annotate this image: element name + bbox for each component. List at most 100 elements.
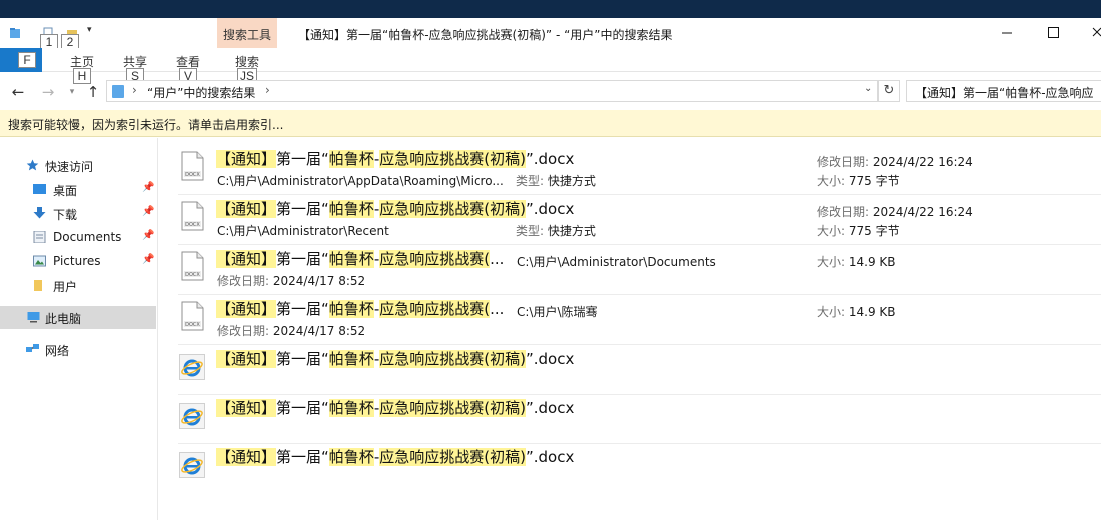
keytip-file: F: [18, 52, 36, 68]
file-name-part: 第一届“: [276, 399, 329, 417]
download-icon: [33, 207, 46, 219]
nav-item-desktop[interactable]: 桌面 📌: [0, 178, 156, 200]
file-name-part: 应急响应挑战赛(: [379, 300, 491, 318]
file-name-part: ”.docx: [525, 399, 575, 417]
navigation-pane: 快速访问 桌面 📌 下载 📌 Documents 📌 Pictures 📌 用户: [0, 138, 158, 520]
file-name-part: 【通知】: [216, 448, 277, 466]
type-value: 快捷方式: [547, 174, 596, 188]
search-input-value: 【通知】第一届“帕鲁杯-应急响应: [915, 86, 1094, 100]
type-label: 类型:: [516, 224, 545, 238]
list-item[interactable]: 【通知】第一届“帕鲁杯-应急响应挑战赛(初稿)”.docx: [176, 443, 1101, 493]
file-size: 大小: 775 字节: [817, 222, 900, 239]
network-icon: [26, 344, 39, 352]
list-item[interactable]: DOCX 【通知】第一届“帕鲁杯-应急响应挑战赛(初稿)”.docx C:\用户…: [176, 145, 1101, 195]
nav-item-this-pc[interactable]: 此电脑: [0, 306, 156, 329]
size-value: 14.9 KB: [848, 305, 896, 319]
nav-item-label: 网络: [45, 344, 70, 358]
size-label: 大小:: [817, 174, 846, 188]
back-arrow-icon[interactable]: ←: [8, 82, 28, 102]
customize-qat-icon[interactable]: ▾: [87, 25, 92, 35]
file-name[interactable]: 【通知】第一届“帕鲁杯-应急响应挑战赛(初稿)”.docx: [216, 446, 574, 467]
folder-icon: [34, 280, 42, 291]
close-button[interactable]: [1076, 18, 1101, 48]
address-path[interactable]: “用户”中的搜索结果: [147, 84, 255, 101]
file-type: 类型: 快捷方式: [516, 172, 596, 189]
up-arrow-icon[interactable]: ↑: [83, 82, 103, 102]
pictures-icon: [33, 255, 46, 267]
file-name-part: 【通知】: [216, 150, 277, 168]
docx-shortcut-icon: DOCX: [181, 201, 204, 231]
list-item[interactable]: 【通知】第一届“帕鲁杯-应急响应挑战赛(初稿)”.docx: [176, 345, 1101, 395]
nav-item-user[interactable]: 用户: [0, 274, 156, 296]
chevron-right-icon[interactable]: ›: [132, 83, 137, 97]
file-date: 修改日期: 2024/4/22 16:24: [817, 203, 973, 220]
star-icon: [26, 159, 39, 171]
file-path: C:\用户\Administrator\Recent: [217, 224, 389, 238]
date-value: 2024/4/17 8:52: [272, 324, 366, 338]
file-name-part: 第一届“: [276, 300, 329, 318]
nav-item-downloads[interactable]: 下载 📌: [0, 202, 156, 224]
type-value: 快捷方式: [547, 224, 596, 238]
context-tab-label: 搜索工具: [222, 28, 271, 42]
file-name[interactable]: 【通知】第一届“帕鲁杯-应急响应挑战赛(初稿)”.docx: [216, 148, 574, 169]
minimize-button[interactable]: [984, 18, 1030, 48]
file-name[interactable]: 【通知】第一届“帕鲁杯-应急响应挑战赛(...: [216, 248, 504, 269]
desktop-icon: [33, 184, 46, 194]
file-name-part: ”.docx: [525, 350, 575, 368]
pin-icon[interactable]: 📌: [142, 230, 154, 241]
recent-locations-icon[interactable]: ▾: [62, 82, 82, 102]
size-label: 大小:: [817, 305, 846, 319]
pin-icon[interactable]: 📌: [142, 206, 154, 217]
date-label: 修改日期:: [817, 205, 870, 219]
file-location: C:\用户\Administrator\Documents: [517, 255, 716, 269]
maximize-button[interactable]: [1030, 18, 1076, 48]
internet-explorer-icon: [179, 452, 205, 478]
date-label: 修改日期:: [217, 324, 270, 338]
address-dropdown-icon[interactable]: ⌄: [864, 83, 872, 94]
nav-item-quick-access[interactable]: 快速访问: [0, 154, 156, 176]
pin-icon[interactable]: 📌: [142, 182, 154, 193]
search-folder-icon: [112, 85, 124, 98]
size-value: 775 字节: [848, 224, 900, 238]
file-size: 大小: 775 字节: [817, 172, 900, 189]
folder-icon[interactable]: [9, 27, 21, 39]
nav-item-network[interactable]: 网络: [0, 338, 156, 360]
documents-icon: [33, 231, 46, 243]
forward-arrow-icon[interactable]: →: [38, 82, 58, 102]
file-name[interactable]: 【通知】第一届“帕鲁杯-应急响应挑战赛(...: [216, 298, 504, 319]
file-name-part: ...: [490, 250, 505, 268]
info-bar-text: 搜索可能较慢，因为索引未运行。请单击启用索引...: [8, 118, 284, 132]
pin-icon[interactable]: 📌: [142, 254, 154, 265]
list-item[interactable]: DOCX 【通知】第一届“帕鲁杯-应急响应挑战赛(... C:\用户\陈瑞骞 修…: [176, 295, 1101, 345]
internet-explorer-icon: [179, 403, 205, 429]
file-name-part: 【通知】: [216, 300, 277, 318]
docx-shortcut-icon: DOCX: [181, 151, 204, 181]
file-name-part: 帕鲁杯: [328, 150, 374, 168]
svg-text:DOCX: DOCX: [185, 272, 200, 278]
file-name-part: 帕鲁杯: [328, 250, 374, 268]
nav-item-pictures[interactable]: Pictures 📌: [0, 250, 156, 272]
internet-explorer-icon: [179, 354, 205, 380]
file-type: 类型: 快捷方式: [516, 222, 596, 239]
nav-item-label: Documents: [53, 230, 122, 244]
file-size: 大小: 14.9 KB: [817, 303, 896, 320]
search-tools-context-header: 搜索工具: [217, 18, 277, 48]
date-value: 2024/4/22 16:24: [872, 155, 973, 169]
address-row: ← → ▾ ↑ › “用户”中的搜索结果 › ⌄ ↻ 【通知】第一届“帕鲁杯-应…: [0, 78, 1101, 106]
address-bar[interactable]: › “用户”中的搜索结果 › ⌄: [106, 80, 878, 102]
file-name-part: 应急响应挑战赛(初稿): [379, 200, 526, 218]
file-name-part: 帕鲁杯: [328, 200, 374, 218]
chevron-right-icon[interactable]: ›: [265, 83, 270, 97]
file-name[interactable]: 【通知】第一届“帕鲁杯-应急响应挑战赛(初稿)”.docx: [216, 397, 574, 418]
list-item[interactable]: DOCX 【通知】第一届“帕鲁杯-应急响应挑战赛(... C:\用户\Admin…: [176, 245, 1101, 295]
list-item[interactable]: 【通知】第一届“帕鲁杯-应急响应挑战赛(初稿)”.docx: [176, 394, 1101, 444]
svg-text:DOCX: DOCX: [185, 222, 200, 228]
file-name[interactable]: 【通知】第一届“帕鲁杯-应急响应挑战赛(初稿)”.docx: [216, 198, 574, 219]
file-name[interactable]: 【通知】第一届“帕鲁杯-应急响应挑战赛(初稿)”.docx: [216, 348, 574, 369]
refresh-button[interactable]: ↻: [878, 80, 900, 102]
nav-item-documents[interactable]: Documents 📌: [0, 226, 156, 248]
svg-text:DOCX: DOCX: [185, 172, 200, 178]
list-item[interactable]: DOCX 【通知】第一届“帕鲁杯-应急响应挑战赛(初稿)”.docx C:\用户…: [176, 195, 1101, 245]
index-info-bar[interactable]: 搜索可能较慢，因为索引未运行。请单击启用索引...: [0, 110, 1101, 137]
search-input[interactable]: 【通知】第一届“帕鲁杯-应急响应: [906, 80, 1101, 102]
